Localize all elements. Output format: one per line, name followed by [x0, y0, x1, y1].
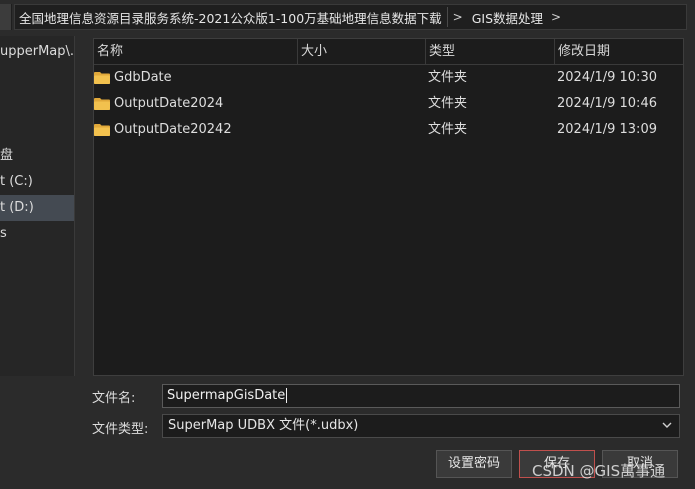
file-list-header: 名称 大小 类型 修改日期 — [94, 39, 683, 65]
filename-value: SupermapGisDate — [167, 388, 286, 403]
watermark: CSDN @GIS萬事通 — [532, 462, 666, 480]
nav-back-button[interactable] — [0, 4, 12, 30]
size-cell — [298, 65, 426, 91]
column-header-type[interactable]: 类型 — [426, 39, 555, 65]
address-bar: 全国地理信息资源目录服务系统-2021公众版1-100万基础地理信息数据下载 >… — [0, 0, 695, 36]
filetype-select[interactable]: SuperMap UDBX 文件(*.udbx) — [162, 414, 680, 438]
file-name: GdbDate — [114, 70, 172, 85]
folder-icon — [94, 72, 110, 84]
nav-item-drive-d[interactable]: t (D:) — [0, 195, 74, 221]
folder-icon — [94, 124, 110, 136]
navigation-pane[interactable]: upperMap\... 盘 t (C:) t (D:) s — [0, 36, 75, 376]
filename-label: 文件名: — [92, 391, 136, 406]
table-row[interactable]: OutputDate20242 文件夹 2024/1/9 13:09 — [94, 117, 683, 143]
nav-item-drive-c[interactable]: t (C:) — [0, 169, 74, 195]
chevron-down-icon[interactable] — [661, 419, 673, 431]
name-cell: GdbDate — [94, 65, 298, 91]
breadcrumb-item-gis[interactable]: GIS数据处理 — [468, 8, 546, 27]
filetype-label: 文件类型: — [92, 422, 149, 437]
table-row[interactable]: GdbDate 文件夹 2024/1/9 10:30 — [94, 65, 683, 91]
date-cell: 2024/1/9 10:30 — [557, 70, 657, 85]
set-password-button[interactable]: 设置密码 — [436, 450, 512, 478]
filename-input[interactable]: SupermapGisDate — [162, 384, 680, 408]
nav-item-s[interactable]: s — [0, 221, 74, 247]
folder-icon — [94, 98, 110, 110]
file-name: OutputDate20242 — [114, 122, 232, 137]
size-cell — [298, 117, 426, 143]
type-cell: 文件夹 — [428, 122, 468, 137]
breadcrumb[interactable]: 全国地理信息资源目录服务系统-2021公众版1-100万基础地理信息数据下载 >… — [14, 4, 687, 30]
size-cell — [298, 91, 426, 117]
file-list[interactable]: 名称 大小 类型 修改日期 GdbDate 文件夹 2024/1/9 10:30… — [93, 38, 684, 376]
type-cell: 文件夹 — [428, 70, 468, 85]
table-row[interactable]: OutputDate2024 文件夹 2024/1/9 10:46 — [94, 91, 683, 117]
column-header-size[interactable]: 大小 — [298, 39, 426, 65]
nav-item-supermap[interactable]: upperMap\... — [0, 39, 74, 65]
name-cell: OutputDate20242 — [94, 117, 298, 143]
column-header-name[interactable]: 名称 — [94, 39, 298, 65]
name-cell: OutputDate2024 — [94, 91, 298, 117]
filetype-value: SuperMap UDBX 文件(*.udbx) — [168, 418, 359, 433]
column-header-date[interactable]: 修改日期 — [555, 39, 683, 65]
breadcrumb-separator-end[interactable]: > — [546, 10, 566, 24]
nav-item-disk[interactable]: 盘 — [0, 143, 74, 169]
file-name: OutputDate2024 — [114, 96, 224, 111]
breadcrumb-separator[interactable]: > — [448, 10, 468, 24]
type-cell: 文件夹 — [428, 96, 468, 111]
breadcrumb-item-catalog[interactable]: 全国地理信息资源目录服务系统-2021公众版1-100万基础地理信息数据下载 — [15, 8, 445, 27]
date-cell: 2024/1/9 13:09 — [557, 122, 657, 137]
date-cell: 2024/1/9 10:46 — [557, 96, 657, 111]
text-caret — [286, 388, 288, 403]
